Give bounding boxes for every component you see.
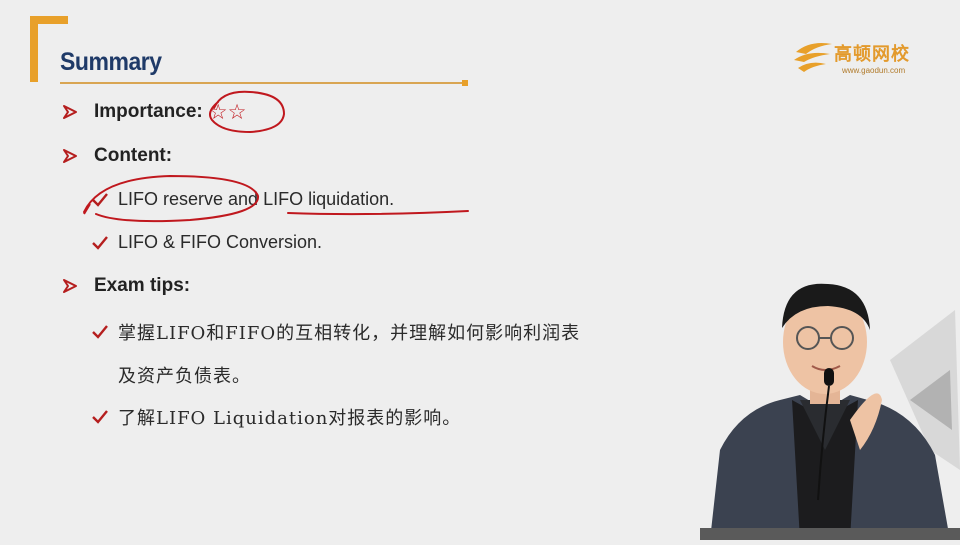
title-underline [60, 82, 462, 84]
exam-tip-text: 了解LIFO Liquidation对报表的影响。 [118, 408, 462, 429]
exam-tip-2: 了解LIFO Liquidation对报表的影响。 [92, 404, 461, 430]
exam-tips-label: Exam tips: [94, 275, 191, 296]
check-icon [92, 192, 108, 207]
content-item-text: LIFO reserve and LIFO liquidation. [118, 189, 395, 209]
lifo-reserve-tick [83, 203, 91, 215]
presenter-figure [680, 283, 960, 540]
content-item-1: LIFO reserve and LIFO liquidation. [92, 189, 394, 210]
exam-tip-text: 及资产负债表。 [118, 366, 251, 387]
importance-label: Importance: [94, 101, 203, 122]
title-underline-dot [462, 80, 468, 86]
bullet-content: Content: [62, 145, 172, 167]
presenter-video [680, 250, 960, 540]
logo-text: 高顿网校 [834, 44, 910, 65]
slide: Summary 高顿网校 www.gaodun.com Importance: … [0, 0, 960, 540]
bullet-exam-tips: Exam tips: [62, 275, 190, 297]
content-label: Content: [94, 145, 173, 166]
content-item-2: LIFO & FIFO Conversion. [92, 232, 322, 253]
arrow-bullet-icon [63, 279, 77, 293]
arrow-bullet-icon [63, 105, 77, 119]
exam-tip-1-continued: 及资产负债表。 [118, 362, 251, 388]
bullet-importance: Importance: ☆☆ [62, 100, 246, 124]
check-icon [92, 325, 108, 339]
importance-stars: ☆☆ [208, 100, 247, 124]
content-item-text: LIFO & FIFO Conversion. [118, 232, 323, 252]
gaodun-logo-icon [794, 43, 832, 72]
exam-tip-1: 掌握LIFO和FIFO的互相转化，并理解如何影响利润表 [92, 319, 580, 345]
gaodun-logo: 高顿网校 www.gaodun.com [792, 38, 922, 80]
logo-url: www.gaodun.com [842, 66, 906, 75]
arrow-bullet-icon [63, 149, 77, 163]
slide-title: Summary [60, 48, 162, 76]
check-icon [92, 410, 108, 424]
exam-tip-text: 掌握LIFO和FIFO的互相转化，并理解如何影响利润表 [118, 323, 581, 344]
lifo-liquidation-underline [287, 210, 469, 216]
check-icon [92, 235, 108, 250]
